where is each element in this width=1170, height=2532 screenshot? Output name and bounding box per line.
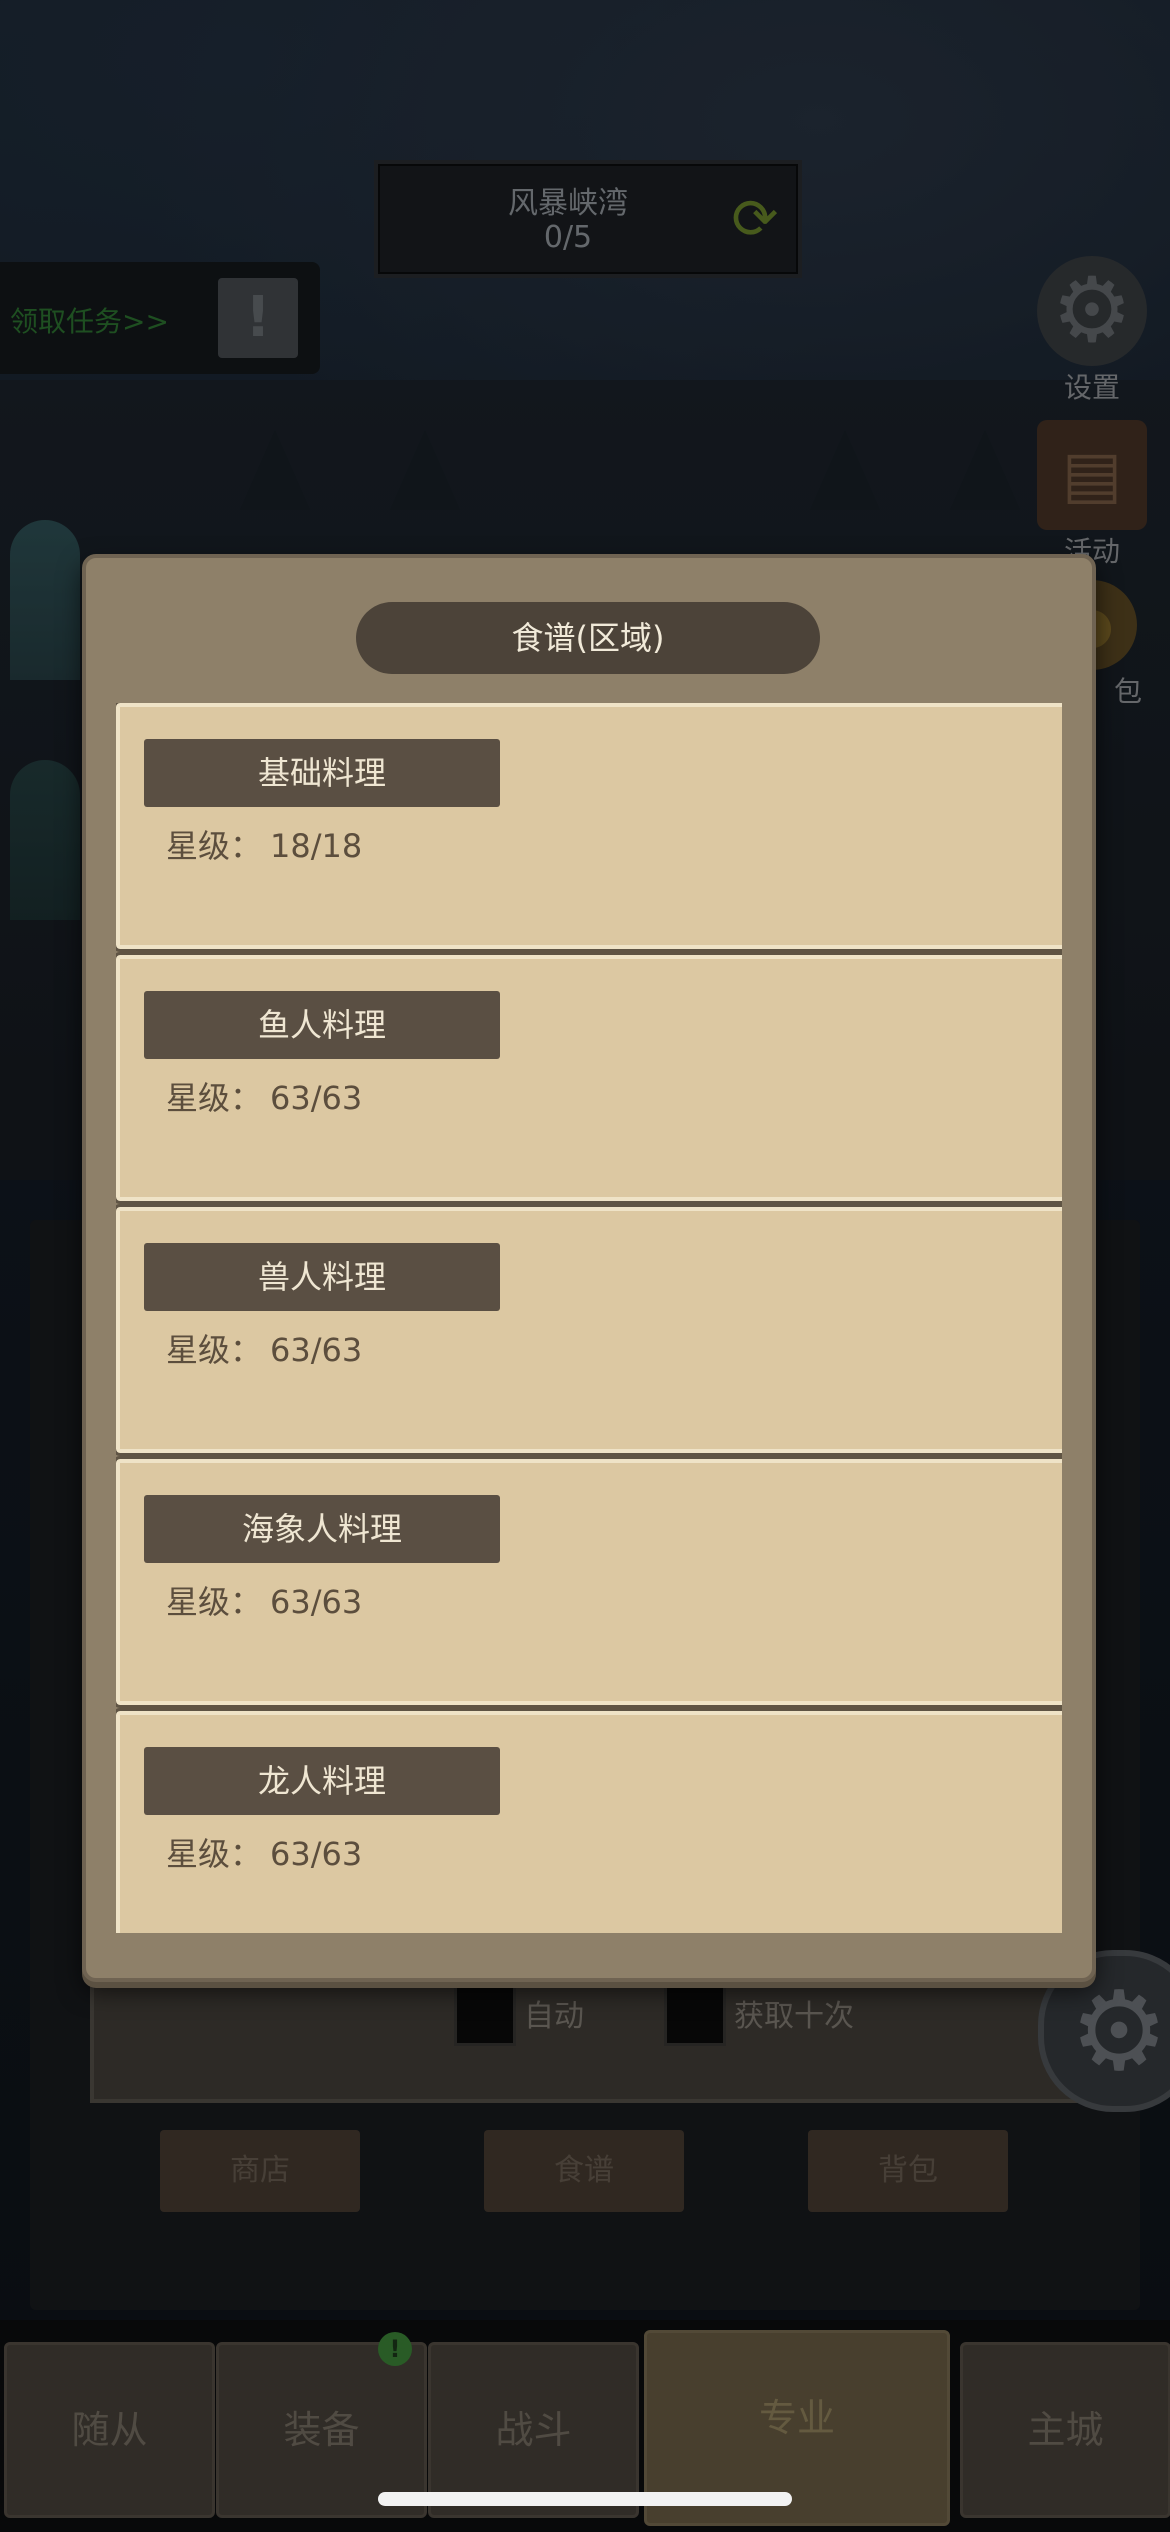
recipe-name: 龙人料理	[144, 1747, 500, 1815]
stars-label: 星级：	[166, 1835, 263, 1873]
recipe-card[interactable]: 兽人料理 星级： 63/63	[116, 1204, 1062, 1456]
stars-value: 63/63	[270, 1331, 363, 1369]
recipe-name: 兽人料理	[144, 1243, 500, 1311]
recipe-stars: 星级： 63/63	[166, 1325, 362, 1371]
recipe-stars: 星级： 18/18	[166, 821, 362, 867]
stars-label: 星级：	[166, 1079, 263, 1117]
recipe-name: 鱼人料理	[144, 991, 500, 1059]
recipe-card[interactable]: 龙人料理 星级： 63/63	[116, 1708, 1062, 1933]
recipe-stars: 星级： 63/63	[166, 1577, 362, 1623]
recipe-region-dialog: 食谱(区域) 基础料理 星级： 18/18 鱼人料理 星级： 63/63 兽人料理 …	[82, 554, 1096, 1982]
stars-label: 星级：	[166, 1583, 263, 1621]
stars-value: 63/63	[270, 1583, 363, 1621]
dialog-title: 食谱(区域)	[356, 602, 820, 674]
recipe-name: 海象人料理	[144, 1495, 500, 1563]
stars-label: 星级：	[166, 827, 263, 865]
recipe-card[interactable]: 鱼人料理 星级： 63/63	[116, 952, 1062, 1204]
recipe-name: 基础料理	[144, 739, 500, 807]
stars-value: 63/63	[270, 1079, 363, 1117]
recipe-stars: 星级： 63/63	[166, 1073, 362, 1119]
recipe-list[interactable]: 基础料理 星级： 18/18 鱼人料理 星级： 63/63 兽人料理 星级： 63/6…	[116, 703, 1062, 1933]
stars-label: 星级：	[166, 1331, 263, 1369]
recipe-card[interactable]: 海象人料理 星级： 63/63	[116, 1456, 1062, 1708]
stars-value: 63/63	[270, 1835, 363, 1873]
home-indicator[interactable]	[378, 2492, 792, 2506]
recipe-stars: 星级： 63/63	[166, 1829, 362, 1875]
recipe-card[interactable]: 基础料理 星级： 18/18	[116, 703, 1062, 952]
stars-value: 18/18	[270, 827, 363, 865]
